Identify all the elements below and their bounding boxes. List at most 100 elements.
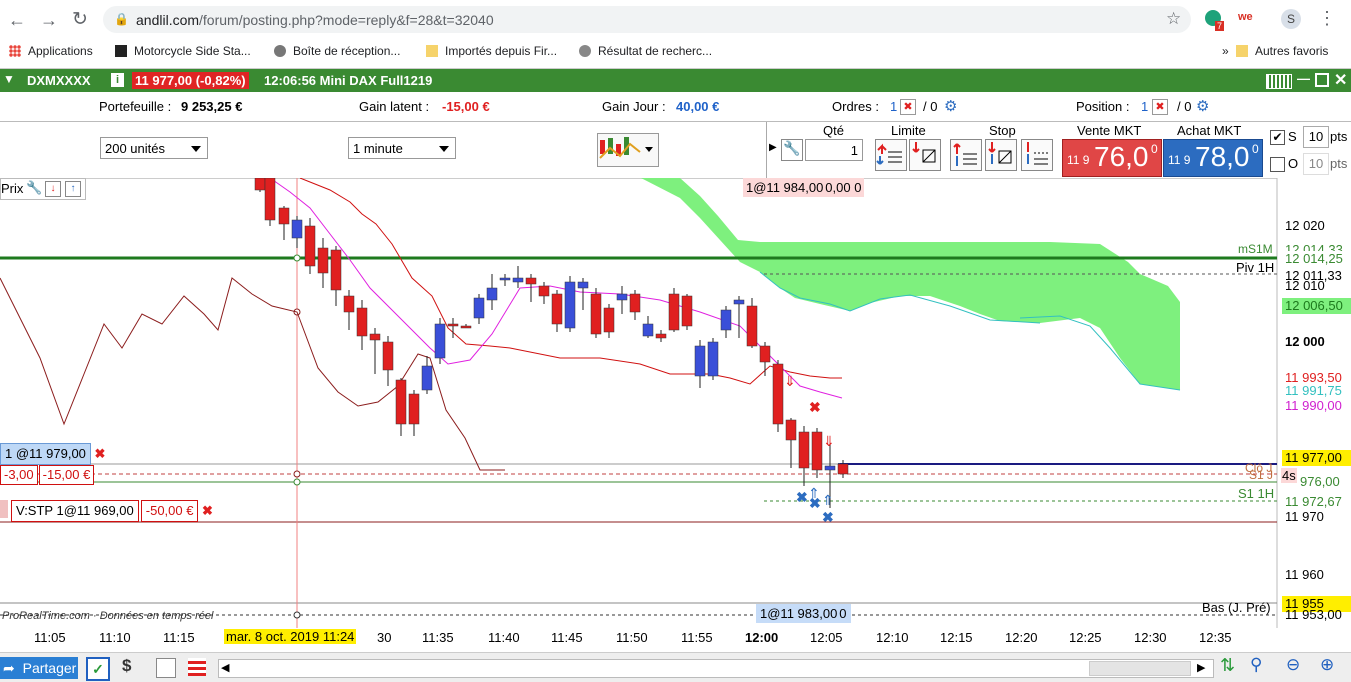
sell-market-button[interactable]: 11 9 76,0 0 [1062,139,1162,177]
close-icon[interactable]: ✕ [1334,70,1347,90]
scroll-thumb[interactable] [1089,661,1191,676]
o-checkbox[interactable] [1270,157,1285,172]
indicators-icon[interactable] [188,658,206,676]
buy-order-tag[interactable]: 1 @11 979,00 ✖ [0,443,109,465]
bear-candle [772,363,784,425]
bookmark-imported[interactable]: Importés depuis Fir... [426,44,557,58]
dollar-icon[interactable]: $ [122,656,131,676]
keyboard-icon[interactable] [1266,74,1292,89]
interval-select[interactable]: 1 minute [348,137,456,159]
s-points-input[interactable]: 10 [1303,126,1329,148]
zoom-in-icon[interactable]: ⊕ [1320,655,1334,675]
ichimoku-cloud [641,178,1180,390]
bull-candle [824,465,836,471]
bear-candle [304,225,316,267]
address-bar[interactable]: 🔒 andlil.com/forum/posting.php?mode=repl… [103,6,1191,33]
wrench-icon[interactable]: 🔧 [26,180,42,196]
back-icon[interactable]: ← [8,10,26,31]
bottom-order-label[interactable]: 1@11 983,00 0 [756,604,851,623]
orders-zero: / 0 [923,99,938,114]
order-toolbar: 200 unités 1 minute ▶ 🔧 Qté 1 Limite Sto… [0,122,1351,179]
limit-sell-button[interactable] [909,139,941,171]
share-icon: ➦ [3,660,15,676]
unrealized-gain-label: Gain latent : [359,99,430,114]
stop-handle-icon[interactable] [0,500,8,518]
zoom-fit-icon[interactable]: ⚲ [1250,655,1262,675]
stop-order-tag[interactable]: V:STP 1@11 969,00 -50,00 € ✖ [0,500,216,522]
bull-candle [434,323,446,359]
we-extension-icon[interactable]: we [1238,11,1253,23]
time-instrument: 12:06:56 Mini DAX Full1219 [264,73,433,88]
menu-icon[interactable]: ⋮ [1318,8,1336,29]
close-position-icon[interactable]: ✖ [1152,99,1168,115]
scroll-right-icon[interactable]: ▶ [1197,661,1205,674]
limit-buy-button[interactable] [875,139,907,171]
gears-icon[interactable]: ⚙ [944,97,957,115]
reload-icon[interactable]: ↻ [72,8,88,31]
maximize-icon[interactable] [1315,73,1329,87]
wrench-icon[interactable]: 🔧 [781,139,803,161]
buy-market-button[interactable]: 11 9 78,0 0 [1163,139,1263,177]
bookmark-motorcycle[interactable]: Motorcycle Side Sta... [115,44,251,58]
profile-avatar[interactable]: S [1281,9,1301,29]
share-button[interactable]: ➦ Partager [0,657,78,679]
bear-candle [254,178,266,191]
price-panel-header: Prix 🔧 ↓ ↑ [0,178,86,200]
stop-button-3[interactable] [1021,139,1053,171]
chart-check-icon[interactable]: ✓ [86,657,110,681]
compare-icon[interactable] [156,658,176,678]
scroll-left-icon[interactable]: ◀ [221,661,229,674]
stop-button-2[interactable] [985,139,1017,171]
time-axis: 11:05 11:10 11:15 mar. 8 oct. 2019 11:24… [0,628,1351,648]
bear-candle [382,341,394,371]
time-tick-bold: 12:00 [745,630,779,645]
sell-arrow-marker: ⇓ [784,373,796,389]
qty-input[interactable]: 1 [805,139,863,161]
position-count[interactable]: 1 [1141,99,1148,114]
globe-icon [579,45,591,57]
buy-small-icon[interactable]: ↑ [65,181,81,197]
price-chart[interactable]: ⇓ ✖ ⇓ ✖ ✖ ✖ ⇑ ⇑ Prix 🔧 ↓ ↑ 1@11 984,00 0,… [0,178,1351,628]
bear-candle [603,307,615,333]
forward-icon[interactable]: → [40,10,58,31]
symbol-name[interactable]: DXMXXXX [27,73,91,88]
gears-icon[interactable]: ⚙ [1196,97,1209,115]
bookmark-search-result[interactable]: Résultat de recherc... [579,44,712,58]
chevron-more-icon[interactable]: » [1222,44,1229,58]
folder-icon [1236,45,1248,57]
indicators-button[interactable] [597,133,659,167]
bookmark-apps[interactable]: Applications [9,44,93,58]
position-pl-tag[interactable]: -3,00 -15,00 € [0,465,95,485]
price-axis-label: 11 991,75 [1285,383,1342,398]
candlestick-chart[interactable]: ⇓ ✖ ⇓ ✖ ✖ ✖ ⇑ ⇑ [0,178,1351,628]
piv-1h-label: Piv 1H [1236,260,1275,275]
minimize-icon[interactable]: — [1297,71,1310,86]
collapse-panel-icon[interactable]: ▶ [769,142,777,153]
close-orders-icon[interactable]: ✖ [900,99,916,115]
cancel-stop-icon[interactable]: ✖ [198,501,216,521]
bear-candle [538,285,550,297]
bookmark-other[interactable]: Autres favoris [1236,44,1328,58]
info-icon[interactable]: i [111,73,124,87]
s-checkbox[interactable]: ✔ [1270,130,1285,145]
orders-count[interactable]: 1 [890,99,897,114]
horizontal-scrollbar[interactable]: ◀ ▶ [218,659,1214,678]
units-select[interactable]: 200 unités [100,137,208,159]
price-axis-label: 11 990,00 [1285,398,1342,413]
bear-candle [785,419,797,441]
bear-candle [798,431,810,469]
star-icon[interactable]: ☆ [1166,9,1181,29]
dropdown-icon[interactable]: ▼ [3,72,15,86]
s-label: S [1288,129,1297,144]
fit-icon[interactable]: ⇅ [1220,655,1235,676]
instrument-title-bar: ▼ DXMXXXX i 11 977,00 (-0,82%) 12:06:56 … [0,69,1351,92]
sell-market-label: Vente MKT [1077,123,1142,138]
top-order-label[interactable]: 1@11 984,00 0,00 0 [743,178,865,197]
sell-small-icon[interactable]: ↓ [45,181,61,197]
o-points-input[interactable]: 10 [1303,153,1329,175]
stop-button-1[interactable] [950,139,982,171]
cancel-order-icon[interactable]: ✖ [91,444,109,464]
zoom-out-icon[interactable]: ⊖ [1286,655,1300,675]
bookmark-inbox[interactable]: Boîte de réception... [274,44,400,58]
site-icon [115,45,127,57]
